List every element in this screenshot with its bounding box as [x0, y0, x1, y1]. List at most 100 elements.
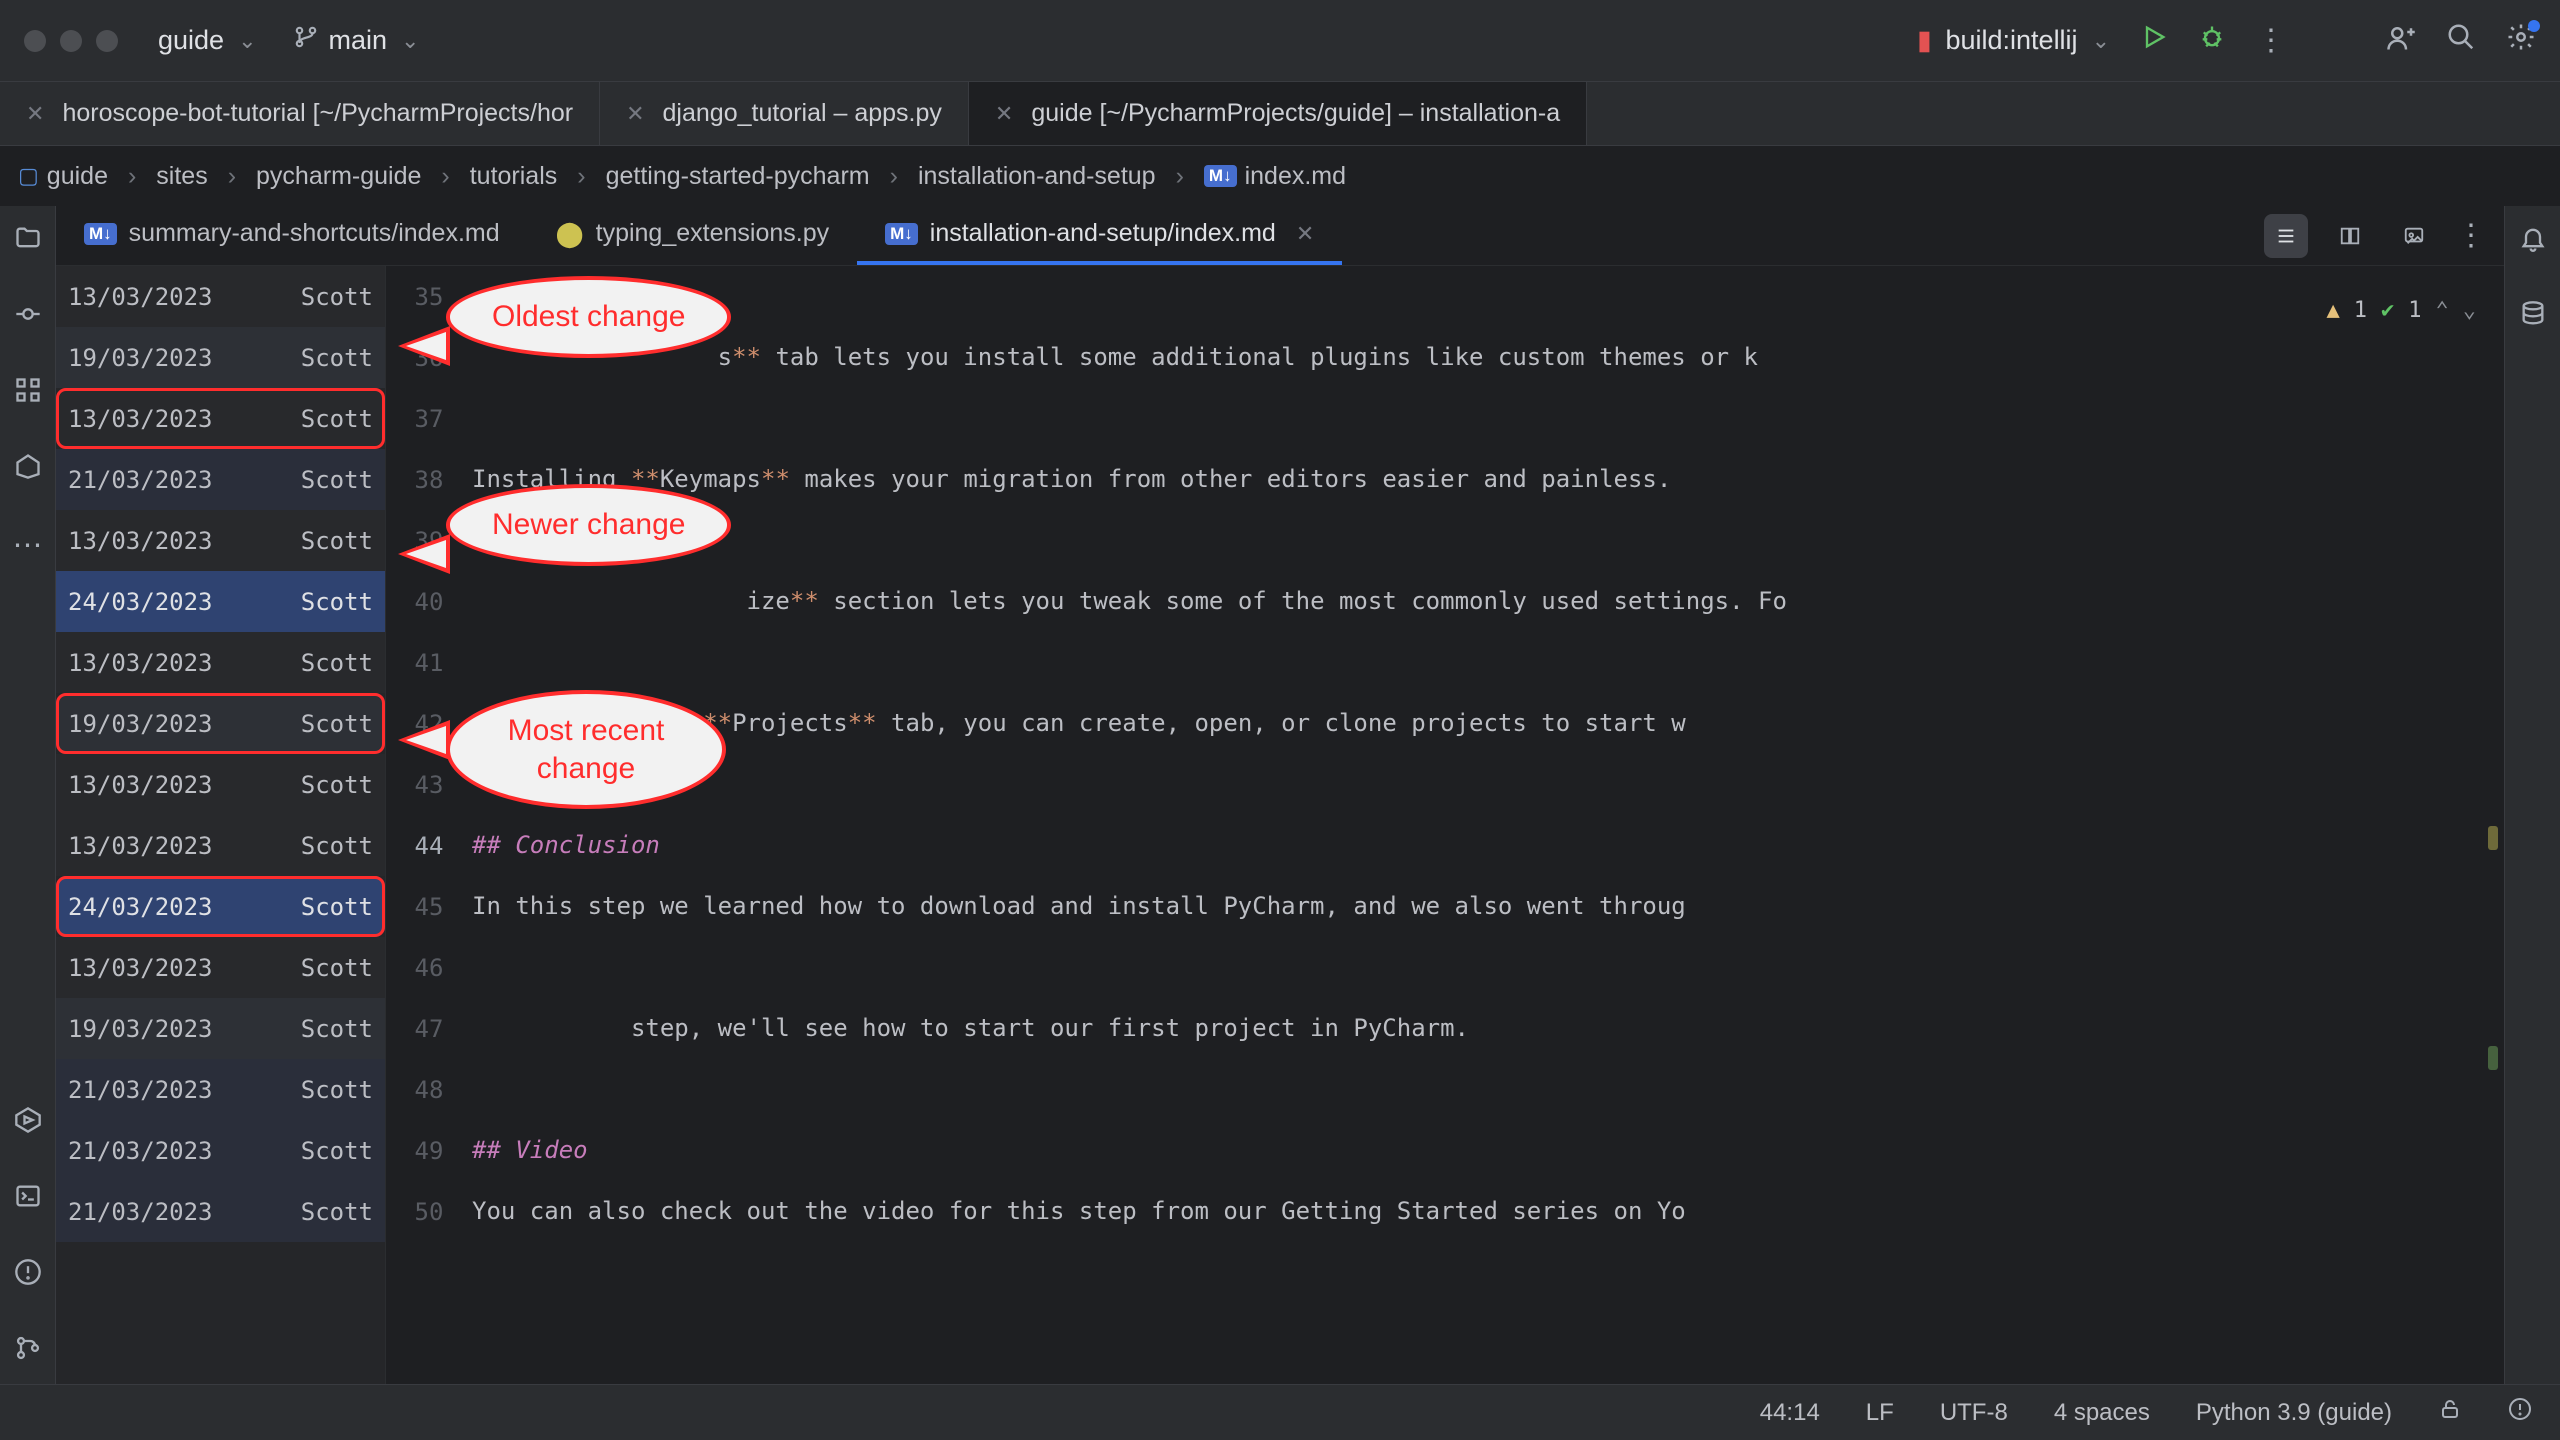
editor-tab[interactable]: M↓summary-and-shortcuts/index.md	[56, 206, 528, 265]
blame-row[interactable]: 19/03/2023Scott	[56, 693, 385, 754]
terminal-tool-icon[interactable]	[14, 1182, 42, 1218]
breadcrumb-item[interactable]: tutorials	[470, 162, 558, 191]
database-tool-icon[interactable]	[2519, 300, 2547, 336]
titlebar: guide ⌄ main ⌄ ▮ build:intellij ⌄ ⋮	[0, 0, 2560, 82]
preview-view-button[interactable]	[2392, 214, 2436, 258]
vcs-tool-icon[interactable]	[14, 1334, 42, 1370]
code-area[interactable]: ▲1 ✔1 ⌃ ⌄ s** tab lets you install some …	[472, 266, 2504, 1384]
breadcrumb-item[interactable]: pycharm-guide	[256, 162, 421, 191]
blame-row[interactable]: 13/03/2023Scott	[56, 754, 385, 815]
more-actions-icon[interactable]: ⋮	[2256, 23, 2286, 58]
blame-row[interactable]: 21/03/2023Scott	[56, 1120, 385, 1181]
run-tool-icon[interactable]	[14, 1106, 42, 1142]
debug-button[interactable]	[2198, 23, 2226, 59]
editor-tabs: M↓summary-and-shortcuts/index.md⬤typing_…	[56, 206, 2504, 266]
code-with-me-icon[interactable]	[2386, 22, 2416, 60]
code-line[interactable]: Finally, on the **Projects** tab, you ca…	[472, 693, 2504, 754]
window-tab-label: horoscope-bot-tutorial [~/PycharmProject…	[62, 99, 573, 128]
settings-icon[interactable]	[2506, 22, 2536, 60]
blame-row[interactable]: 24/03/2023Scott	[56, 571, 385, 632]
project-tool-icon[interactable]	[14, 224, 42, 260]
blame-row[interactable]: 24/03/2023Scott	[56, 876, 385, 937]
run-button[interactable]	[2140, 23, 2168, 59]
blame-row[interactable]: 13/03/2023Scott	[56, 937, 385, 998]
services-tool-icon[interactable]	[14, 452, 42, 488]
code-line[interactable]: ## Conclusion	[472, 815, 2504, 876]
inspection-widget[interactable]: ▲1 ✔1 ⌃ ⌄	[2327, 280, 2477, 341]
blame-row[interactable]: 19/03/2023Scott	[56, 998, 385, 1059]
blame-row[interactable]: 13/03/2023Scott	[56, 266, 385, 327]
code-line[interactable]: ## Video	[472, 1120, 2504, 1181]
code-line[interactable]: s** tab lets you install some additional…	[472, 327, 2504, 388]
close-icon[interactable]: ✕	[626, 101, 644, 127]
close-icon[interactable]: ✕	[26, 101, 44, 127]
breadcrumb-item[interactable]: getting-started-pycharm	[606, 162, 870, 191]
minimize-window[interactable]	[60, 30, 82, 52]
code-line[interactable]	[472, 266, 2504, 327]
problems-tool-icon[interactable]	[14, 1258, 42, 1294]
status-error-icon[interactable]	[2508, 1397, 2532, 1428]
indent-setting[interactable]: 4 spaces	[2054, 1399, 2150, 1427]
blame-row[interactable]: 13/03/2023Scott	[56, 388, 385, 449]
file-encoding[interactable]: UTF-8	[1940, 1399, 2008, 1427]
window-tab[interactable]: ✕ django_tutorial – apps.py	[600, 82, 969, 145]
commit-tool-icon[interactable]	[14, 300, 42, 336]
editor-body: 13/03/2023Scott19/03/2023Scott13/03/2023…	[56, 266, 2504, 1384]
code-line[interactable]: Installing **Keymaps** makes your migrat…	[472, 449, 2504, 510]
blame-row[interactable]: 13/03/2023Scott	[56, 632, 385, 693]
structure-tool-icon[interactable]	[14, 376, 42, 412]
line-number: 44	[386, 815, 472, 876]
window-tab[interactable]: ✕ horoscope-bot-tutorial [~/PycharmProjec…	[0, 82, 600, 145]
code-line[interactable]: ize** section lets you tweak some of the…	[472, 571, 2504, 632]
close-icon[interactable]: ✕	[995, 101, 1013, 127]
ant-icon: ▮	[1913, 30, 1935, 52]
code-line[interactable]	[472, 754, 2504, 815]
chevron-up-icon[interactable]: ⌃	[2436, 280, 2449, 341]
code-line[interactable]: You can also check out the video for thi…	[472, 1181, 2504, 1242]
code-line[interactable]	[472, 510, 2504, 571]
close-icon[interactable]: ✕	[1296, 221, 1314, 247]
markdown-file-icon: M↓	[84, 223, 117, 245]
close-window[interactable]	[24, 30, 46, 52]
git-blame-gutter[interactable]: 13/03/2023Scott19/03/2023Scott13/03/2023…	[56, 266, 386, 1384]
code-line[interactable]: In this step we learned how to download …	[472, 876, 2504, 937]
window-tab-label: django_tutorial – apps.py	[663, 99, 942, 128]
interpreter[interactable]: Python 3.9 (guide)	[2196, 1399, 2392, 1427]
branch-selector[interactable]: main ⌄	[293, 24, 420, 57]
zoom-window[interactable]	[96, 30, 118, 52]
notifications-icon[interactable]	[2519, 224, 2547, 260]
code-line[interactable]	[472, 388, 2504, 449]
breadcrumb-item[interactable]: sites	[156, 162, 207, 191]
annotation-recent: Most recentchange	[446, 690, 726, 809]
code-line[interactable]	[472, 1059, 2504, 1120]
caret-position[interactable]: 44:14	[1760, 1399, 1820, 1427]
blame-row[interactable]: 21/03/2023Scott	[56, 1181, 385, 1242]
editor-tab[interactable]: ⬤typing_extensions.py	[528, 206, 857, 265]
code-line[interactable]: step, we'll see how to start our first p…	[472, 998, 2504, 1059]
code-line[interactable]	[472, 937, 2504, 998]
editor-tab[interactable]: M↓installation-and-setup/index.md✕	[857, 206, 1342, 265]
split-view-button[interactable]	[2328, 214, 2372, 258]
error-stripe[interactable]	[2484, 266, 2504, 1384]
blame-row[interactable]: 21/03/2023Scott	[56, 449, 385, 510]
editor-view-button[interactable]	[2264, 214, 2308, 258]
breadcrumb: ▢guide›sites›pycharm-guide›tutorials›get…	[0, 146, 2560, 206]
blame-row[interactable]: 13/03/2023Scott	[56, 815, 385, 876]
more-tool-icon[interactable]: ⋯	[13, 528, 43, 563]
run-config-selector[interactable]: ▮ build:intellij ⌄	[1913, 25, 2110, 56]
window-tab[interactable]: ✕guide [~/PycharmProjects/guide] – insta…	[969, 82, 1587, 145]
line-separator[interactable]: LF	[1866, 1399, 1894, 1427]
breadcrumb-item[interactable]: installation-and-setup	[918, 162, 1156, 191]
breadcrumb-item[interactable]: M↓index.md	[1204, 162, 1346, 191]
breadcrumb-item[interactable]: ▢guide	[18, 162, 108, 191]
blame-row[interactable]: 21/03/2023Scott	[56, 1059, 385, 1120]
readonly-toggle-icon[interactable]	[2438, 1397, 2462, 1428]
project-selector[interactable]: guide ⌄	[158, 25, 257, 56]
code-line[interactable]	[472, 632, 2504, 693]
blame-row[interactable]: 19/03/2023Scott	[56, 327, 385, 388]
search-icon[interactable]	[2446, 22, 2476, 60]
blame-row[interactable]: 13/03/2023Scott	[56, 510, 385, 571]
line-number: 37	[386, 388, 472, 449]
chevron-down-icon[interactable]: ⌄	[2463, 280, 2476, 341]
tab-more-icon[interactable]: ⋮	[2456, 218, 2486, 253]
